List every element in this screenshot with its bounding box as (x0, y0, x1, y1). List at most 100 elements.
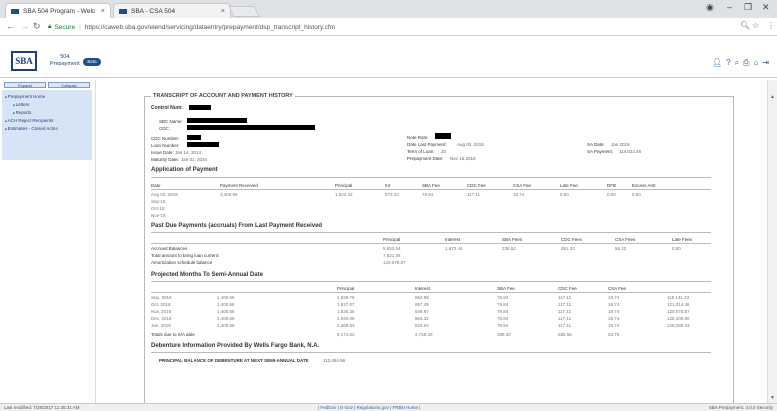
projected-row-cell: 1,826.35 (337, 309, 355, 314)
sidebar-item-estimates[interactable]: Estimates - Closed Actns (5, 125, 89, 133)
redacted-block (187, 142, 219, 147)
lock-icon: 🔒︎ (48, 23, 52, 30)
zoom-icon[interactable]: 🔍︎ (740, 21, 750, 30)
projected-row-cell: 117.11 (558, 316, 572, 321)
sa-payment-label: SA Payment: (587, 149, 614, 154)
new-tab-button[interactable] (228, 6, 260, 17)
past-due-cell: 5,653.54 (383, 246, 401, 251)
header-toolbar: 👤︎ ? ⌕ ⎙ ⌂ ⇥ (712, 58, 769, 68)
projected-row-cell: 1,400.66 (217, 323, 235, 328)
projected-row-cell: 128,100.90 (667, 316, 690, 321)
proj-col-interest: Interest (415, 286, 431, 291)
help-icon[interactable]: ? (726, 58, 730, 68)
col-date: Date (151, 183, 161, 188)
home-icon[interactable]: ⌂ (753, 58, 758, 68)
control-num-label: Control Num: (151, 105, 183, 111)
sidebar-item-reports[interactable]: Reports (5, 109, 89, 117)
minimize-icon[interactable]: – (727, 2, 732, 12)
projected-row-cell: 79.84 (497, 316, 509, 321)
footer-links[interactable]: | FedGov | E-Gov | Regulations.gov | FRB… (318, 405, 420, 410)
maturity-date-label: Maturity Date: (151, 157, 180, 162)
projected-row-cell: 79.84 (497, 309, 509, 314)
sidebar-item-ach-reject[interactable]: ACH Reject Recipients (5, 117, 89, 125)
past-due-cell: 56.22 (615, 246, 627, 251)
col-payment-received: Payment Received (220, 183, 258, 188)
issue-date-label: Issue Date: (151, 150, 174, 155)
browser-tab-sba-csa-504[interactable]: SBA - CSA 504 × (113, 3, 231, 18)
sidebar-item-prepayment-home[interactable]: Prepayment Home (5, 93, 89, 101)
version-info: SBA Prepayment. 4.0.0 Security (708, 405, 773, 410)
address-bar: ← → ↻ 🔒︎ Secure | https://caweb.sba.gov/… (0, 18, 777, 36)
amortization-balance-value: 120,078.87 (383, 260, 406, 265)
forward-icon[interactable]: → (20, 21, 29, 31)
app-row-cell: 873.43 (385, 192, 399, 197)
col-int: Int (385, 183, 391, 188)
scroll-up-icon[interactable]: ▲ (770, 94, 775, 100)
status-bar: Last modified: 7/28/2017 11:35:31 AM | F… (0, 403, 777, 411)
total-current-label: Total amount to bring loan current: (151, 253, 220, 258)
expand-button[interactable]: Expand (4, 82, 46, 88)
beta-badge: Beta (83, 58, 101, 66)
projected-row-month: Jan, 2019 (151, 323, 171, 328)
sidebar-item-letters[interactable]: Letters (5, 101, 89, 109)
note-rate-label: Note Rate: (407, 135, 429, 140)
projected-row-cell: 18.74 (608, 309, 620, 314)
projected-row-cell: 18.74 (608, 316, 620, 321)
projected-row-month: Nov, 2018 (151, 309, 172, 314)
logout-icon[interactable]: ⇥ (762, 58, 769, 68)
projected-row-cell: 1,927.07 (337, 302, 355, 307)
search-icon[interactable]: ⌕ (735, 58, 739, 68)
close-window-icon[interactable]: ✕ (762, 2, 770, 13)
app-name: 504 Prepayment (50, 54, 80, 68)
sbc-name-label: SBC Name: (159, 119, 183, 124)
browser-tab-sba-504-welcome[interactable]: SBA 504 Program - Welc × (5, 3, 111, 18)
col-principal: Principal (335, 183, 353, 188)
account-icon[interactable]: ◉ (706, 2, 714, 13)
projected-row-month: Oct, 2018 (151, 302, 171, 307)
proj-col-csa-fee: CSA Fee (608, 286, 627, 291)
sidebar: Expand Collapse Prepayment Home Letters … (2, 80, 92, 403)
totals-cell: 2,748.20 (415, 332, 433, 337)
date-last-payment-value: Aug 02, 2018 (457, 142, 484, 147)
main-content: TRANSCRIPT OF ACCOUNT AND PAYMENT HISTOR… (95, 80, 767, 403)
restore-icon[interactable]: ❐ (744, 2, 752, 13)
sidebar-buttons: Expand Collapse (2, 80, 92, 90)
app-row-date: Sep-18 (151, 199, 166, 204)
back-icon[interactable]: ← (6, 21, 15, 31)
app-row-date: Oct-18 (151, 206, 165, 211)
vertical-scrollbar[interactable]: ▲ ▼ (767, 80, 777, 403)
sba-favicon-icon (11, 8, 19, 14)
app-row-date: Nov-18 (151, 213, 166, 218)
debenture-line-label: PRINCIPAL BALANCE OF DEBENTURE AT NEXT S… (159, 358, 309, 363)
debenture-title: Debenture Information Provided By Wells … (151, 343, 320, 349)
collapse-button[interactable]: Collapse (48, 82, 90, 88)
divider (151, 189, 711, 190)
past-due-col: SBA Fees (502, 237, 523, 242)
user-icon[interactable]: 👤︎ (712, 58, 722, 68)
scroll-down-icon[interactable]: ▼ (770, 395, 775, 401)
reload-icon[interactable]: ↻ (33, 21, 41, 32)
transcript-panel: TRANSCRIPT OF ACCOUNT AND PAYMENT HISTOR… (144, 93, 734, 403)
projected-row-cell: 117.11 (558, 323, 572, 328)
projected-row-cell: 79.84 (497, 295, 509, 300)
app-name-line1: 504 (60, 54, 70, 60)
prepayment-date-label: Prepayment Date: (407, 156, 444, 161)
projected-row-cell: 834.04 (415, 323, 429, 328)
proj-col-principal: Principal (337, 286, 355, 291)
col-cdc-fee: CDC Fee (467, 183, 486, 188)
last-modified: Last modified: 7/28/2017 11:35:31 AM (4, 405, 80, 410)
close-tab-icon[interactable]: × (221, 8, 225, 15)
sa-date-label: SA Date: (587, 142, 605, 147)
totals-cell: 9,174.62 (337, 332, 355, 337)
print-icon[interactable]: ⎙ (743, 58, 749, 68)
menu-icon[interactable]: ⋮ (767, 21, 775, 30)
col-excess-amt: Excess Amt (632, 183, 656, 188)
redacted-block (435, 133, 451, 139)
bookmark-star-icon[interactable]: ☆ (752, 21, 759, 30)
close-tab-icon[interactable]: × (101, 8, 105, 15)
divider (151, 281, 711, 282)
col-dfb: DFB (607, 183, 616, 188)
url-field[interactable]: 🔒︎ Secure | https://caweb.sba.gov/elend/… (48, 20, 698, 34)
redacted-block (187, 125, 315, 130)
past-due-cell: 239.52 (502, 246, 516, 251)
